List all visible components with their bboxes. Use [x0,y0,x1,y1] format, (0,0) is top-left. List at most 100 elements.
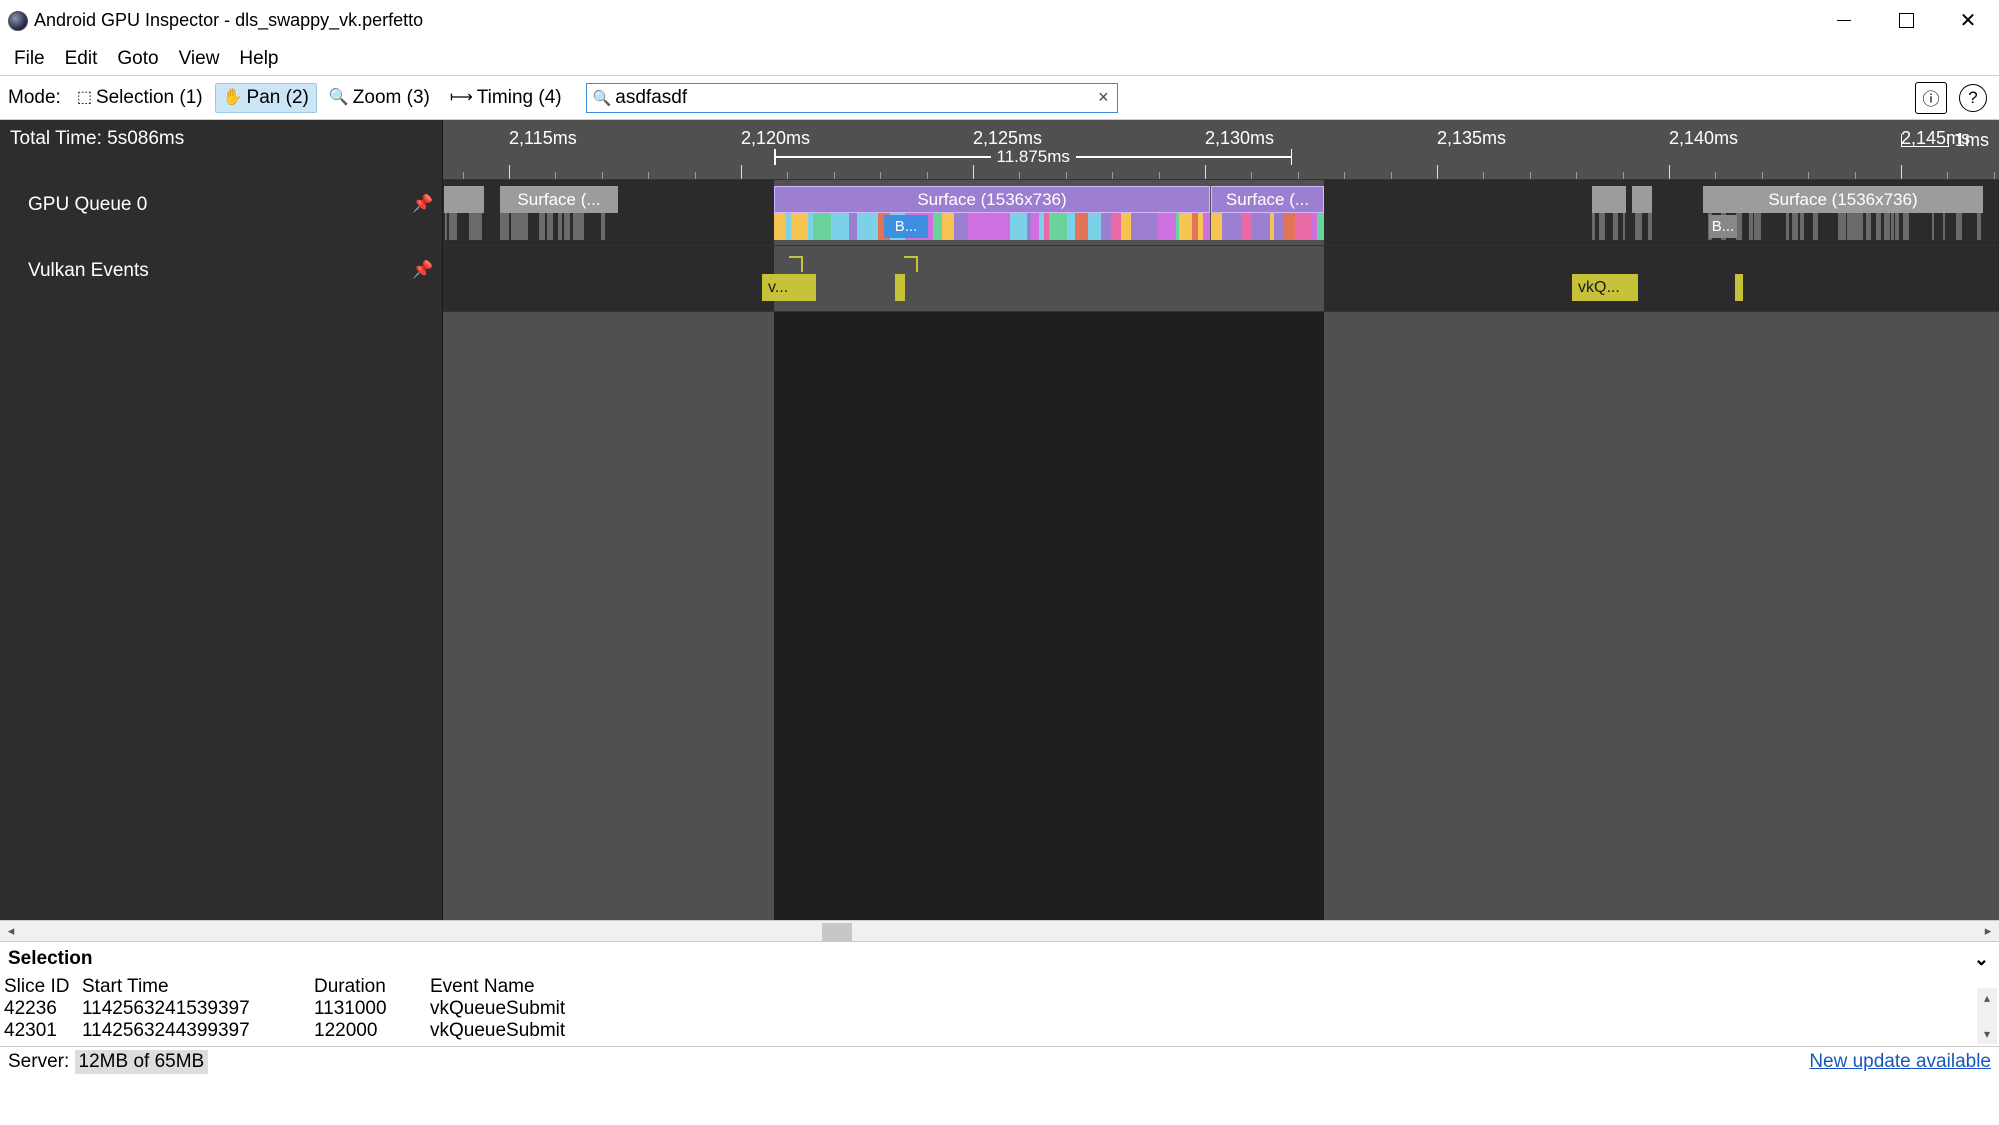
menu-file[interactable]: File [4,44,55,74]
cell: 1142563241539397 [82,998,306,1020]
mode-timing[interactable]: ⟼ Timing (4) [442,83,570,113]
surface-block[interactable]: Surface (1536x736) [1703,186,1983,213]
vulkan-event[interactable]: vkQ... [1572,274,1638,301]
menu-goto[interactable]: Goto [107,44,168,74]
col-duration[interactable]: Duration [314,976,422,998]
scroll-left-icon[interactable]: ◂ [0,921,22,941]
menu-view[interactable]: View [169,44,230,74]
surface-block[interactable] [444,186,484,213]
status-bar: Server: 12MB of 65MB New update availabl… [0,1046,1999,1076]
ruler-ticks [443,163,1999,179]
pin-icon[interactable]: 📌 [412,260,433,280]
surface-sub [1592,213,1626,240]
scroll-down-icon[interactable]: ▾ [1977,1024,1997,1044]
scroll-thumb[interactable] [822,923,852,941]
server-memory: 12MB of 65MB [75,1050,209,1074]
total-time-label: Total Time: 5s086ms [10,128,184,150]
selection-table[interactable]: Slice ID Start Time Duration Event Name … [0,976,1999,1042]
info-button[interactable]: ⓘ [1915,82,1947,114]
left-edge [0,120,4,920]
cell: 122000 [314,1020,422,1042]
vulkan-event[interactable]: v... [762,274,816,301]
mode-zoom[interactable]: 🔍 Zoom (3) [321,83,438,113]
table-header: Slice ID Start Time Duration Event Name [4,976,1995,998]
menubar: File Edit Goto View Help [0,42,1999,76]
selection-vertical-scrollbar[interactable]: ▴ ▾ [1977,988,1997,1044]
scale-indicator: 1ms [1901,130,1989,151]
col-event-name[interactable]: Event Name [430,976,1995,998]
minimize-button[interactable] [1813,2,1875,40]
surface-sub [1211,213,1324,240]
tick-label: 2,125ms [973,128,1042,149]
surface-block-selected[interactable]: Surface (1536x736) [774,186,1210,213]
blit-sub-label: B... [884,215,928,238]
horizontal-scrollbar[interactable]: ◂ ▸ [0,920,1999,942]
clear-search-icon[interactable]: × [1096,87,1111,108]
update-link[interactable]: New update available [1809,1051,1991,1073]
pan-icon: ✋ [223,90,243,106]
scale-label: 1ms [1955,130,1989,151]
track-labels-column [0,120,443,920]
close-button[interactable] [1937,2,1999,40]
search-field[interactable]: 🔍 × [586,83,1118,113]
surface-block[interactable] [1592,186,1626,213]
cell: 1131000 [314,998,422,1020]
tick-label: 2,115ms [509,128,577,149]
zoom-icon: 🔍 [329,90,349,106]
mode-label: Mode: [8,87,61,109]
modebar: Mode: ⬚ Selection (1) ✋ Pan (2) 🔍 Zoom (… [0,76,1999,120]
surface-sub: B... [774,213,1210,240]
surface-block[interactable]: Surface (... [500,186,618,213]
app-icon [8,11,28,31]
track-label: Vulkan Events [28,260,149,282]
titlebar: Android GPU Inspector - dls_swappy_vk.pe… [0,0,1999,42]
arrow-icon [789,256,803,272]
tick-label: 2,130ms [1205,128,1274,149]
scroll-right-icon[interactable]: ▸ [1977,921,1999,941]
selection-icon: ⬚ [77,90,92,106]
surface-block-selected[interactable]: Surface (... [1211,186,1324,213]
cell: 42301 [4,1020,74,1042]
cell: vkQueueSubmit [430,998,1995,1020]
surface-sub [500,213,618,240]
menu-help[interactable]: Help [229,44,288,74]
search-icon: 🔍 [593,89,612,107]
arrow-icon [904,256,918,272]
vulkan-event[interactable] [895,274,905,301]
menu-edit[interactable]: Edit [55,44,108,74]
mode-zoom-label: Zoom (3) [353,87,430,109]
search-input[interactable] [615,87,1096,109]
shade [443,312,774,920]
shade [1324,312,1999,920]
selection-title: Selection [8,948,92,970]
surface-sub [1632,213,1652,240]
chevron-down-icon[interactable]: ⌄ [1974,949,1989,970]
mode-selection-label: Selection (1) [96,87,203,109]
mode-pan[interactable]: ✋ Pan (2) [215,83,317,113]
tick-label: 2,120ms [741,128,810,149]
surface-block[interactable] [1632,186,1652,213]
server-label: Server: [8,1051,69,1073]
tick-label: 2,140ms [1669,128,1738,149]
col-slice-id[interactable]: Slice ID [4,976,74,998]
vulkan-event[interactable] [1735,274,1743,301]
col-start-time[interactable]: Start Time [82,976,306,998]
timeline[interactable]: Total Time: 5s086ms 1ms 2,115ms 2,120ms … [0,120,1999,920]
table-row[interactable]: 42301 1142563244399397 122000 vkQueueSub… [4,1020,1995,1042]
track-label: GPU Queue 0 [28,194,147,216]
mode-timing-label: Timing (4) [477,87,562,109]
surface-sub: B... [1703,213,1983,240]
window-title: Android GPU Inspector - dls_swappy_vk.pe… [34,10,423,31]
timing-icon: ⟼ [450,90,473,106]
pin-icon[interactable]: 📌 [412,194,433,214]
mode-pan-label: Pan (2) [247,87,309,109]
surface-sub [444,213,484,240]
table-row[interactable]: 42236 1142563241539397 1131000 vkQueueSu… [4,998,1995,1020]
cell: 1142563244399397 [82,1020,306,1042]
scroll-up-icon[interactable]: ▴ [1977,988,1997,1008]
selection-header[interactable]: Selection ⌄ [0,942,1999,976]
maximize-button[interactable] [1875,2,1937,40]
tick-label: 2,135ms [1437,128,1506,149]
mode-selection[interactable]: ⬚ Selection (1) [69,83,211,113]
help-button[interactable]: ? [1959,84,1987,112]
